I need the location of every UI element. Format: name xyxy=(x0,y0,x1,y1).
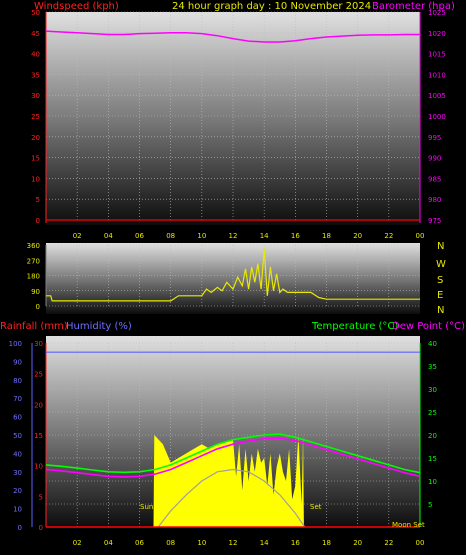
time-tick-label: 22 xyxy=(384,232,393,240)
windspeed-tick-label: 30 xyxy=(31,92,40,100)
time-tick-label: 06 xyxy=(135,232,144,240)
rainfall-axis-label: Rainfall (mm) xyxy=(0,321,68,332)
compass-label: N xyxy=(437,241,444,252)
time-tick-label: 04 xyxy=(104,232,113,240)
time-tick-label: 08 xyxy=(166,232,175,240)
compass-label: E xyxy=(437,290,443,301)
barometer-tick-label: 975 xyxy=(428,217,441,225)
time-tick-label: 16 xyxy=(291,539,300,547)
time-tick-label: 06 xyxy=(135,539,144,547)
barometer-tick-label: 995 xyxy=(428,134,441,142)
barometer-tick-label: 990 xyxy=(428,155,441,163)
sunrise-annotation: Sun xyxy=(140,503,153,511)
direction-tick-label: 0 xyxy=(36,303,40,311)
time-tick-label: 10 xyxy=(197,539,206,547)
windspeed-axis-label: Windspeed (kph) xyxy=(34,1,119,12)
chart-title: 24 hour graph day : 10 November 2024 xyxy=(172,1,371,12)
windspeed-tick-label: 0 xyxy=(36,217,40,225)
humidity-tick-label: 100 xyxy=(9,340,22,348)
time-tick-label: 12 xyxy=(229,232,238,240)
windspeed-tick-label: 45 xyxy=(31,30,40,38)
barometer-tick-label: 1005 xyxy=(428,92,446,100)
time-tick-label: 18 xyxy=(322,232,331,240)
windspeed-tick-label: 25 xyxy=(31,113,40,121)
time-tick-label: 08 xyxy=(166,539,175,547)
humidity-tick-label: 30 xyxy=(13,469,22,477)
windspeed-tick-label: 35 xyxy=(31,71,40,79)
time-tick-label: 20 xyxy=(353,232,362,240)
temperature-tick-label: 15 xyxy=(428,455,437,463)
humidity-tick-label: 0 xyxy=(18,524,22,532)
time-tick-label: 04 xyxy=(104,539,113,547)
rainfall-tick-label: 10 xyxy=(34,463,43,471)
windspeed-tick-label: 50 xyxy=(31,9,40,17)
humidity-tick-label: 70 xyxy=(13,395,22,403)
humidity-tick-label: 90 xyxy=(13,358,22,366)
humidity-tick-label: 80 xyxy=(13,377,22,385)
time-tick-label: 12 xyxy=(229,539,238,547)
direction-tick-label: 180 xyxy=(27,273,40,281)
panel-wind-barometer xyxy=(46,12,420,225)
temperature-tick-label: 30 xyxy=(428,386,437,394)
barometer-tick-label: 1015 xyxy=(428,51,446,59)
humidity-tick-label: 10 xyxy=(13,506,22,514)
rainfall-tick-label: 15 xyxy=(34,432,43,440)
windspeed-tick-label: 15 xyxy=(31,155,40,163)
time-tick-label: 02 xyxy=(73,232,82,240)
windspeed-tick-label: 20 xyxy=(31,134,40,142)
time-tick-label: 14 xyxy=(260,539,269,547)
temperature-tick-label: 35 xyxy=(428,363,437,371)
humidity-tick-label: 60 xyxy=(13,414,22,422)
compass-label: S xyxy=(437,275,443,286)
barometer-tick-label: 985 xyxy=(428,175,441,183)
rainfall-tick-label: 5 xyxy=(39,493,43,501)
humidity-axis-label: Humidity (%) xyxy=(66,321,132,332)
humidity-tick-label: 20 xyxy=(13,487,22,495)
time-tick-label: 22 xyxy=(384,539,393,547)
dewpoint-axis-label: Dew Point (°C) xyxy=(392,321,465,332)
temperature-tick-label: 20 xyxy=(428,432,437,440)
barometer-tick-label: 1010 xyxy=(428,71,446,79)
windspeed-tick-label: 5 xyxy=(36,196,40,204)
temperature-tick-label: 10 xyxy=(428,478,437,486)
windspeed-tick-label: 10 xyxy=(31,175,40,183)
barometer-tick-label: 980 xyxy=(428,196,441,204)
temperature-axis-label: Temperature (°C) xyxy=(311,321,398,332)
rainfall-tick-label: 20 xyxy=(34,401,43,409)
temperature-tick-label: 5 xyxy=(428,501,432,509)
humidity-tick-label: 50 xyxy=(13,432,22,440)
rainfall-tick-label: 25 xyxy=(34,371,43,379)
barometer-tick-label: 1025 xyxy=(428,9,446,17)
time-tick-label: 00 xyxy=(416,539,425,547)
compass-label: W xyxy=(436,259,446,270)
time-tick-label: 16 xyxy=(291,232,300,240)
weather-chart: Windspeed (kph) 24 hour graph day : 10 N… xyxy=(0,1,465,547)
barometer-tick-label: 1020 xyxy=(428,30,446,38)
moonset-annotation: Moon Set xyxy=(392,521,425,529)
rainfall-tick-label: 30 xyxy=(34,340,43,348)
sunset-annotation: Set xyxy=(310,503,322,511)
time-tick-label: 00 xyxy=(416,232,425,240)
rainfall-tick-label: 0 xyxy=(39,524,43,532)
compass-label: N xyxy=(437,305,444,316)
direction-tick-label: 270 xyxy=(27,257,40,265)
humidity-tick-label: 40 xyxy=(13,450,22,458)
temperature-tick-label: 40 xyxy=(428,340,437,348)
time-tick-label: 14 xyxy=(260,232,269,240)
windspeed-tick-label: 40 xyxy=(31,51,40,59)
temperature-tick-label: 25 xyxy=(428,409,437,417)
time-tick-label: 02 xyxy=(73,539,82,547)
time-tick-label: 20 xyxy=(353,539,362,547)
time-tick-label: 10 xyxy=(197,232,206,240)
time-tick-label: 18 xyxy=(322,539,331,547)
direction-tick-label: 90 xyxy=(31,288,40,296)
barometer-tick-label: 1000 xyxy=(428,113,446,121)
direction-tick-label: 360 xyxy=(27,242,40,250)
